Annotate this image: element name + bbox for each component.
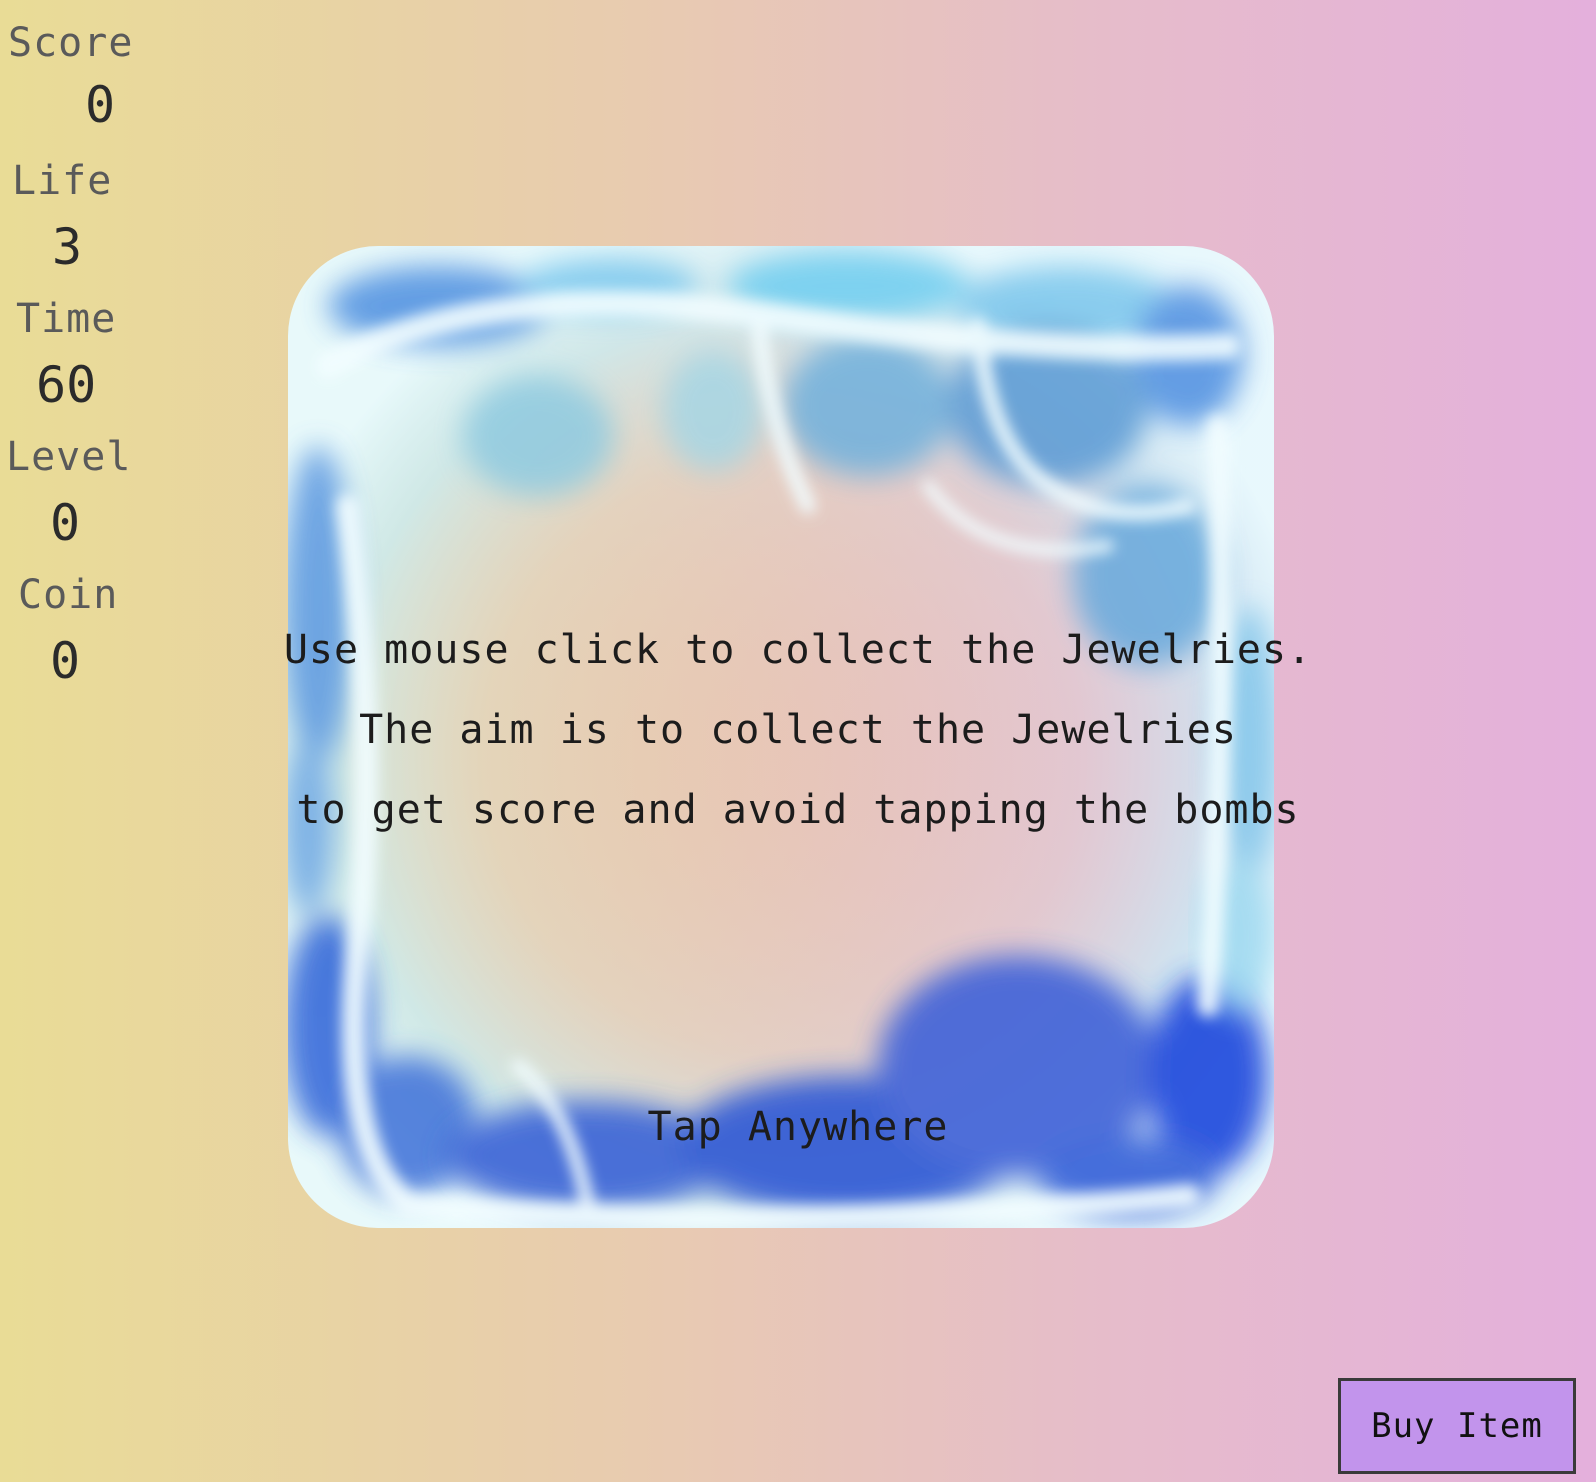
time-label: Time	[16, 296, 117, 342]
score-label: Score	[8, 20, 134, 66]
level-value: 0	[50, 494, 81, 552]
score-value: 0	[85, 76, 116, 134]
ice-block-icon	[288, 246, 1274, 1228]
buy-item-button[interactable]: Buy Item	[1338, 1378, 1576, 1474]
tap-anywhere-prompt[interactable]: Tap Anywhere	[0, 1104, 1596, 1150]
life-label: Life	[12, 158, 113, 204]
life-value: 3	[52, 218, 83, 276]
coin-label: Coin	[18, 572, 119, 618]
time-value: 60	[36, 356, 97, 414]
coin-value: 0	[50, 632, 81, 690]
level-label: Level	[6, 434, 132, 480]
ice-block-panel[interactable]	[288, 246, 1274, 1228]
